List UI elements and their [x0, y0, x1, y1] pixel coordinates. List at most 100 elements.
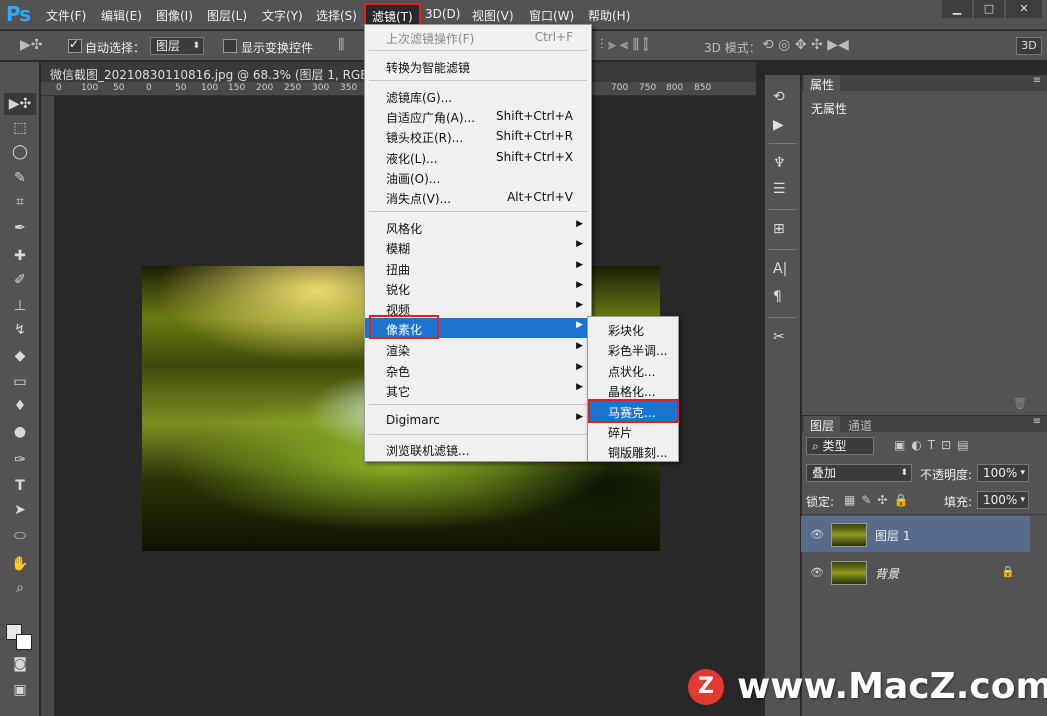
dodge-tool-icon[interactable]: ●	[4, 424, 36, 440]
pen-tool-icon[interactable]: ✑	[4, 452, 36, 468]
zoom-tool-icon[interactable]: ⌕	[4, 580, 36, 596]
panel-menu-icon[interactable]: ≡	[1033, 75, 1041, 86]
visibility-eye-icon[interactable]: 👁	[810, 528, 824, 541]
marquee-tool-icon[interactable]: ⬚	[4, 120, 36, 136]
menu-item-lens-correction[interactable]: 镜头校正(R)... Shift+Ctrl+R	[365, 126, 591, 146]
layer-filter-value: 类型	[822, 439, 847, 453]
healing-brush-tool-icon[interactable]: ✚	[4, 248, 36, 264]
3d-tools-icon[interactable]: ⟲ ◎ ✥ ✣ ▶◀	[762, 37, 849, 53]
menu-item-liquify[interactable]: 液化(L)... Shift+Ctrl+X	[365, 147, 591, 167]
collapsed-panels-dock: ⟲ ▶ ♆ ☰ ⊞ A| ¶ ✂	[764, 75, 800, 716]
fill-input[interactable]: 100% ▾	[977, 491, 1029, 509]
submenu-item-pointillize[interactable]: 点状化...	[588, 360, 678, 380]
screen-mode-icon[interactable]: ▣	[4, 682, 36, 698]
panel-menu-icon[interactable]: ≡	[1033, 416, 1041, 427]
layer-row-layer1[interactable]: 👁 图层 1	[801, 516, 1030, 552]
menu-view[interactable]: 视图(V)	[472, 7, 514, 24]
menu-item-browse-online-filters[interactable]: 浏览联机滤镜...	[365, 439, 591, 459]
paragraph-icon[interactable]: ¶	[773, 289, 782, 305]
menu-item-filter-gallery[interactable]: 滤镜库(G)...	[365, 86, 591, 106]
menu-type[interactable]: 文字(Y)	[262, 7, 303, 24]
lasso-tool-icon[interactable]: ◯	[4, 144, 36, 160]
brush-presets-icon[interactable]: ♆	[773, 155, 786, 171]
history-icon[interactable]: ⟲	[773, 89, 785, 105]
blend-mode-value: 叠加	[812, 466, 837, 480]
actions-play-icon[interactable]: ▶	[773, 117, 784, 133]
menu-item-adaptive-wide-angle[interactable]: 自适应广角(A)... Shift+Ctrl+A	[365, 106, 591, 126]
menu-item-last-filter[interactable]: 上次滤镜操作(F) Ctrl+F	[365, 27, 591, 47]
adjustments-icon[interactable]: ☰	[773, 181, 786, 197]
submenu-item-crystallize[interactable]: 晶格化...	[588, 380, 678, 400]
trash-icon[interactable]: 🗑	[1013, 397, 1027, 410]
auto-select-checkbox[interactable]	[68, 37, 82, 53]
maximize-button[interactable]: □	[974, 0, 1004, 18]
menu-item-render[interactable]: 渲染 ▶	[365, 339, 591, 359]
move-tool-icon[interactable]: ▶✣	[20, 37, 43, 53]
close-button[interactable]: ✕	[1006, 0, 1042, 18]
menu-3d[interactable]: 3D(D)	[425, 7, 460, 21]
eyedropper-tool-icon[interactable]: ✒	[4, 220, 36, 236]
blur-tool-icon[interactable]: ♦	[4, 398, 36, 414]
align-top-icon[interactable]: ⫼	[338, 37, 344, 53]
submenu-item-fragment[interactable]: 碎片	[588, 421, 678, 441]
menu-item-stylize[interactable]: 风格化 ▶	[365, 217, 591, 237]
tab-channels[interactable]: 通道	[842, 416, 878, 435]
hand-tool-icon[interactable]: ✋	[4, 556, 36, 572]
properties-tab[interactable]: 属性	[804, 75, 841, 94]
blend-mode-dropdown[interactable]: 叠加 ⬍	[806, 464, 912, 482]
ruler-tick: 0	[146, 83, 152, 93]
layer-filter-dropdown[interactable]: ⌕ 类型	[806, 437, 874, 455]
3d-button[interactable]: 3D	[1016, 37, 1042, 55]
submenu-item-facet[interactable]: 彩块化	[588, 319, 678, 339]
visibility-eye-icon[interactable]: 👁	[810, 566, 824, 579]
menu-item-blur[interactable]: 模糊 ▶	[365, 237, 591, 257]
menu-item-noise[interactable]: 杂色 ▶	[365, 360, 591, 380]
opacity-input[interactable]: 100% ▾	[977, 464, 1029, 482]
tool-presets-icon[interactable]: ✂	[773, 329, 785, 345]
minimize-button[interactable]: ▁	[942, 0, 972, 18]
menu-item-sharpen[interactable]: 锐化 ▶	[365, 278, 591, 298]
ellipse-tool-icon[interactable]: ⬭	[4, 528, 36, 544]
menu-item-other[interactable]: 其它 ▶	[365, 380, 591, 400]
menu-file[interactable]: 文件(F)	[46, 7, 86, 24]
stamp-tool-icon[interactable]: ⊥	[4, 298, 36, 314]
distribute-icon[interactable]: ⫶ ⫸ ⫷ ⫼ ⫿	[600, 37, 648, 53]
eraser-tool-icon[interactable]: ◆	[4, 348, 36, 364]
character-icon[interactable]: A|	[773, 261, 787, 277]
menu-help[interactable]: 帮助(H)	[588, 7, 630, 24]
quick-select-tool-icon[interactable]: ✎	[4, 170, 36, 186]
menu-window[interactable]: 窗口(W)	[529, 7, 574, 24]
menu-layer[interactable]: 图层(L)	[207, 7, 247, 24]
menu-item-digimarc[interactable]: Digimarc ▶	[365, 410, 591, 430]
pixelate-submenu: 彩块化 彩色半调... 点状化... 晶格化... 马赛克... 碎片 铜版雕刻…	[587, 316, 679, 462]
menu-image[interactable]: 图像(I)	[156, 7, 193, 24]
submenu-arrow-icon: ▶	[576, 412, 583, 422]
move-tool-icon[interactable]: ▶✣	[4, 93, 36, 115]
tab-layers[interactable]: 图层	[804, 416, 841, 435]
menu-edit[interactable]: 编辑(E)	[101, 7, 142, 24]
document-tab[interactable]: 微信截图_20210830110816.jpg @ 68.3% (图层 1, R…	[50, 66, 405, 83]
layer-filter-icons[interactable]: ▣◐T⊡▤	[894, 438, 975, 452]
submenu-item-color-halftone[interactable]: 彩色半调...	[588, 339, 678, 359]
auto-select-target-dropdown[interactable]: 图层 ⬍	[150, 37, 204, 55]
background-color-swatch[interactable]	[16, 634, 32, 650]
submenu-item-mezzotint[interactable]: 铜版雕刻...	[588, 441, 678, 461]
layer-row-background[interactable]: 👁 背景 🔒	[801, 554, 1030, 590]
quick-mask-icon[interactable]: ◙	[4, 656, 36, 672]
menu-item-vanishing-point[interactable]: 消失点(V)... Alt+Ctrl+V	[365, 187, 591, 207]
menu-select[interactable]: 选择(S)	[316, 7, 357, 24]
path-select-tool-icon[interactable]: ➤	[4, 502, 36, 518]
history-brush-tool-icon[interactable]: ↯	[4, 322, 36, 338]
ruler-tick: 750	[639, 83, 657, 93]
lock-icons[interactable]: ▦✎✣🔒	[844, 493, 914, 507]
show-transform-checkbox[interactable]	[223, 39, 237, 53]
menu-item-convert-smart-filter[interactable]: 转换为智能滤镜	[365, 56, 591, 76]
type-tool-icon[interactable]: T	[4, 478, 36, 494]
ruler-tick: 300	[312, 83, 330, 93]
clone-source-icon[interactable]: ⊞	[773, 221, 785, 237]
menu-item-oil-paint[interactable]: 油画(O)...	[365, 167, 591, 187]
crop-tool-icon[interactable]: ⌗	[4, 194, 36, 210]
menu-item-distort[interactable]: 扭曲 ▶	[365, 258, 591, 278]
gradient-tool-icon[interactable]: ▭	[4, 374, 36, 390]
brush-tool-icon[interactable]: ✐	[4, 272, 36, 288]
